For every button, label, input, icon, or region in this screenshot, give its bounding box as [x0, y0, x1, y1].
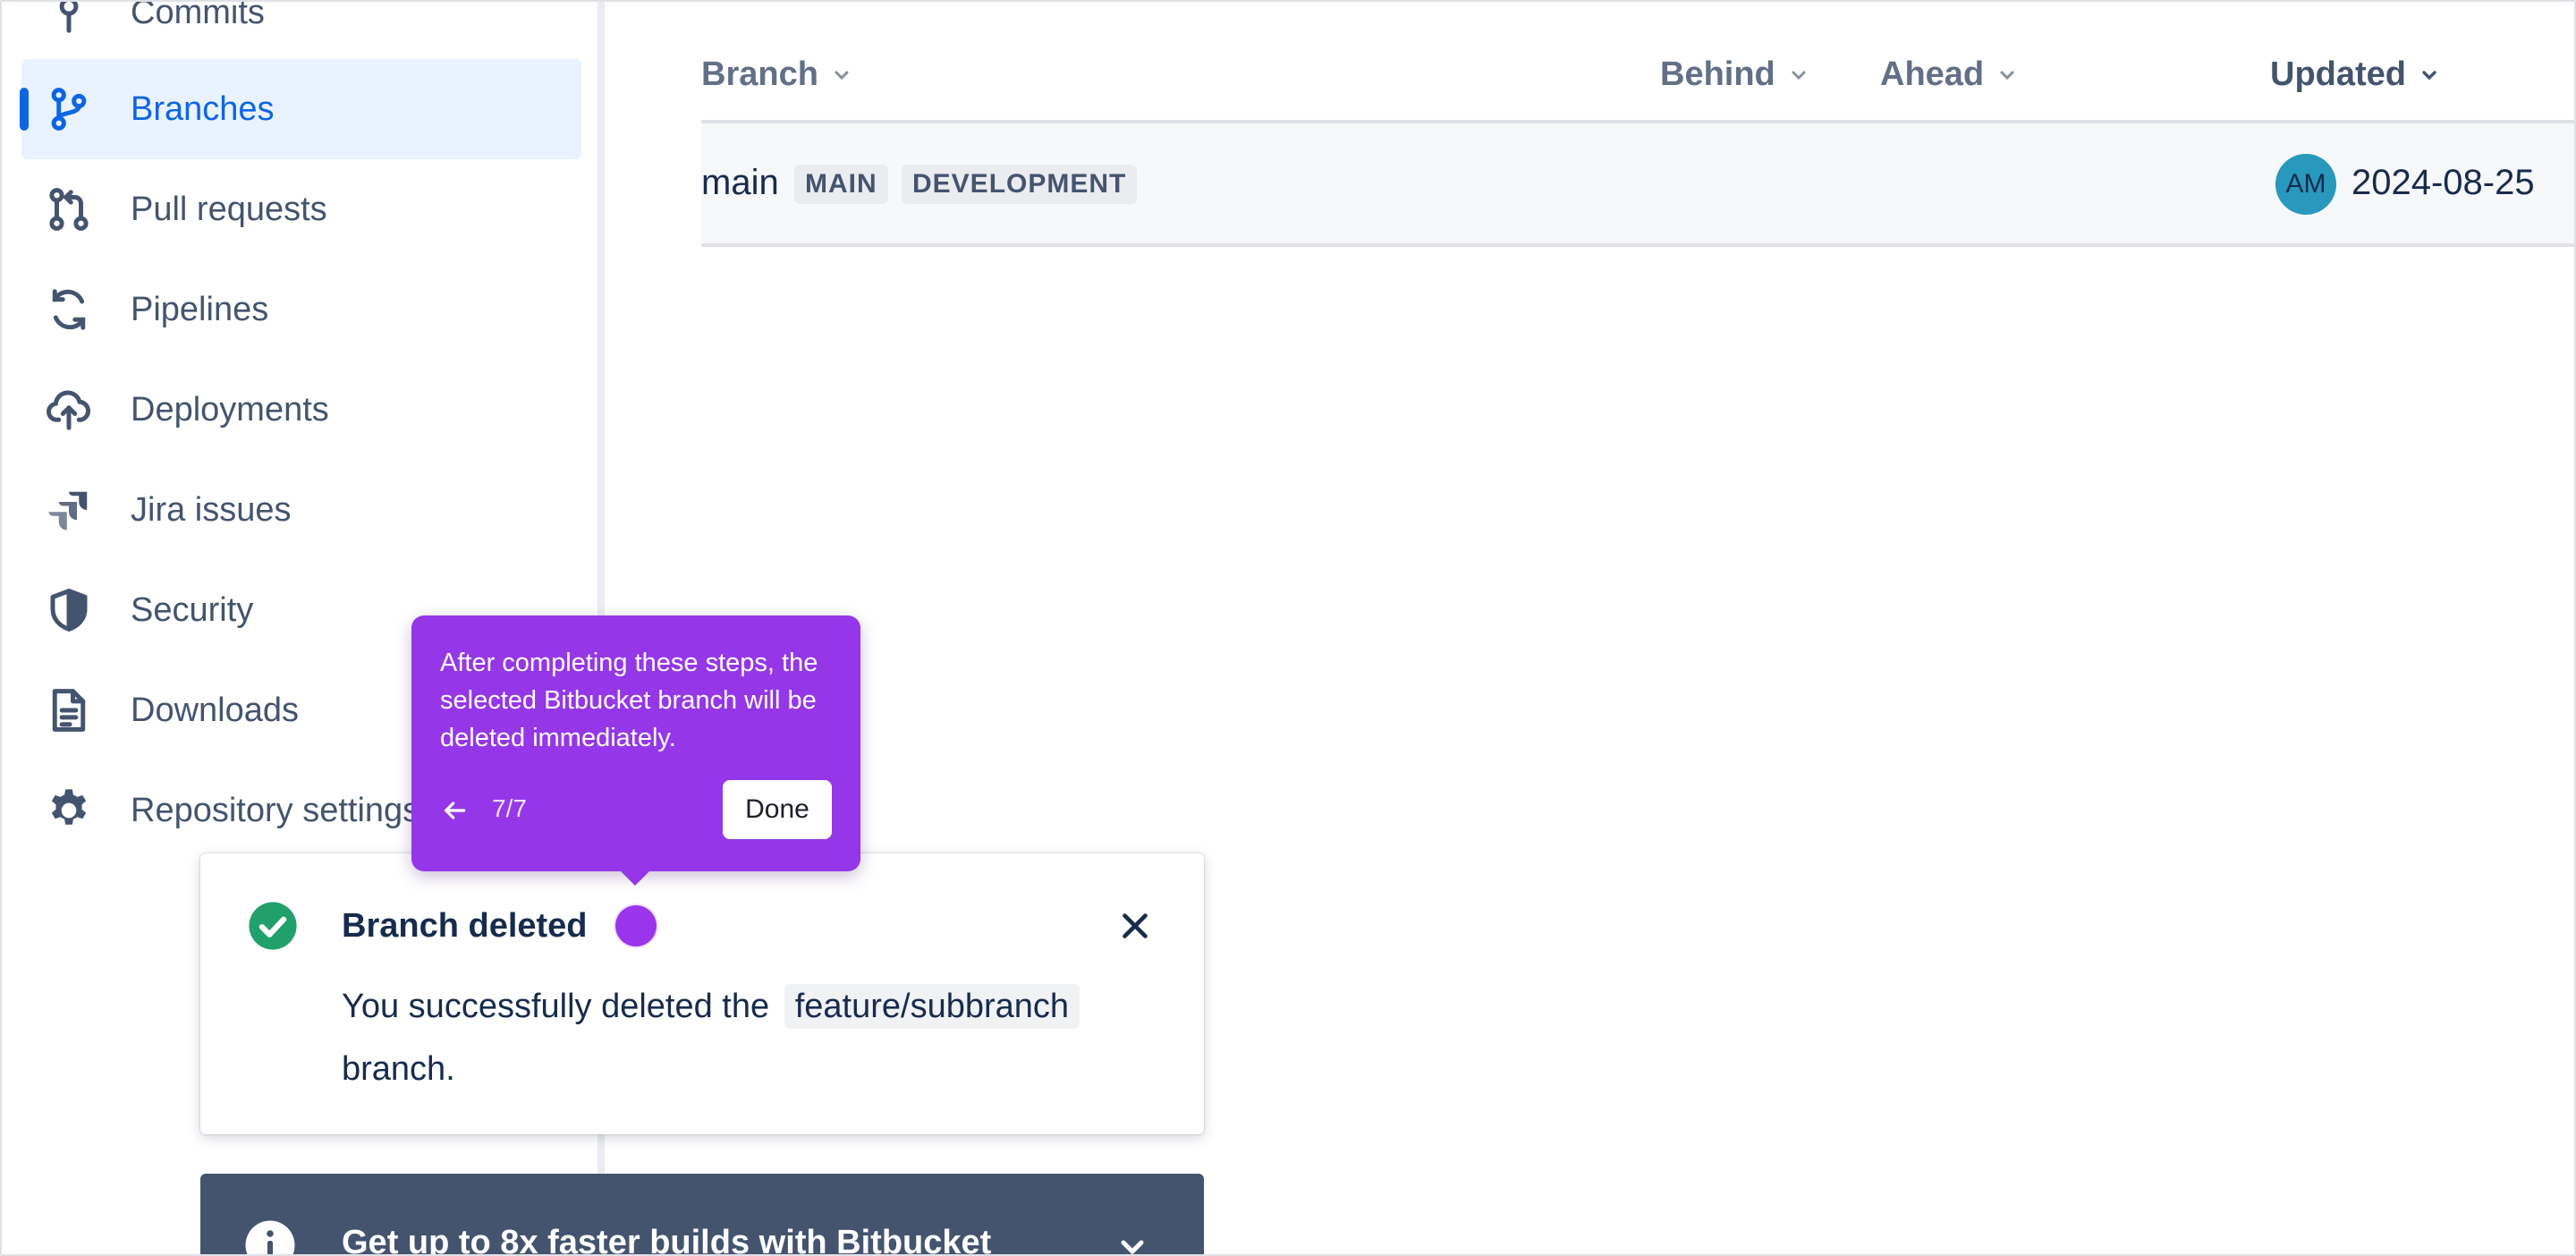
branch-badge-main: MAIN: [794, 165, 888, 204]
banner-title: Get up to 8x faster builds with Bitbucke…: [342, 1224, 992, 1256]
sidebar-item-pull-requests[interactable]: Pull requests: [21, 159, 581, 259]
jira-icon: [41, 482, 97, 538]
chevron-down-icon: [1792, 71, 1806, 80]
pull-request-icon: [41, 182, 97, 237]
flag-title: Branch deleted: [342, 907, 588, 945]
column-header-label: Ahead: [1880, 55, 1985, 93]
chevron-down-icon: [2000, 71, 2014, 80]
success-check-icon: [249, 902, 297, 950]
branch-badge-development: DEVELOPMENT: [902, 165, 1138, 204]
sidebar-item-label: Pipelines: [131, 290, 269, 328]
branch-name-link[interactable]: main: [701, 163, 779, 203]
sidebar-item-label: Commits: [131, 0, 265, 31]
column-header-ahead[interactable]: Ahead: [1880, 55, 2018, 94]
chevron-down-icon: [2422, 70, 2436, 80]
chevron-down-icon: [835, 71, 849, 80]
sidebar-item-label: Security: [131, 590, 254, 629]
sidebar-item-label: Branches: [131, 89, 275, 128]
updated-date: 2024-08-25: [2351, 163, 2535, 202]
close-icon[interactable]: [1114, 905, 1156, 946]
column-header-label: Behind: [1660, 55, 1775, 93]
flag-message-prefix: You successfully deleted the: [342, 988, 770, 1025]
shield-icon: [41, 582, 97, 638]
sidebar-item-label: Deployments: [131, 390, 329, 429]
info-icon: [245, 1220, 295, 1256]
avatar[interactable]: AM: [2275, 154, 2336, 215]
sidebar-item-commits[interactable]: Commits: [21, 0, 581, 63]
table-row[interactable]: main MAIN DEVELOPMENT AM 2024-08-25: [701, 123, 2576, 247]
done-button[interactable]: Done: [723, 780, 832, 839]
flag-message: You successfully deleted the feature/sub…: [342, 975, 1147, 1100]
gear-icon: [41, 783, 97, 838]
flag-message-suffix: branch.: [342, 1050, 455, 1088]
tooltip-step-counter: 7/7: [492, 794, 527, 822]
arrow-left-icon[interactable]: [440, 796, 469, 825]
sidebar-item-jira-issues[interactable]: Jira issues: [21, 460, 581, 560]
column-header-behind[interactable]: Behind: [1660, 55, 1809, 94]
column-header-label: Branch: [701, 55, 818, 93]
walkthrough-beacon[interactable]: [615, 905, 657, 946]
chevron-down-icon[interactable]: [1114, 1229, 1150, 1256]
column-header-label: Updated: [2270, 55, 2406, 93]
commit-icon: [41, 0, 97, 40]
document-icon: [41, 683, 97, 738]
column-header-branch[interactable]: Branch: [701, 55, 852, 94]
sidebar-item-branches[interactable]: Branches: [20, 59, 581, 159]
sidebar-item-label: Pull requests: [131, 190, 327, 228]
deleted-branch-name: feature/subbranch: [784, 984, 1080, 1029]
sidebar-item-label: Downloads: [131, 691, 299, 729]
walkthrough-tooltip: After completing these steps, the select…: [411, 615, 860, 871]
sidebar-item-label: Repository settings: [131, 791, 420, 829]
faster-builds-banner[interactable]: Get up to 8x faster builds with Bitbucke…: [200, 1174, 1204, 1256]
tooltip-text: After completing these steps, the select…: [440, 649, 818, 752]
pipelines-icon: [41, 282, 97, 337]
cloud-upload-icon: [41, 382, 97, 437]
column-header-updated[interactable]: Updated: [2270, 55, 2440, 94]
branch-deleted-flag: Branch deleted You successfully deleted …: [200, 853, 1204, 1134]
sidebar-item-pipelines[interactable]: Pipelines: [21, 259, 581, 360]
sidebar-item-label: Jira issues: [131, 490, 292, 529]
sidebar-item-deployments[interactable]: Deployments: [21, 360, 581, 460]
branch-icon: [41, 81, 97, 137]
